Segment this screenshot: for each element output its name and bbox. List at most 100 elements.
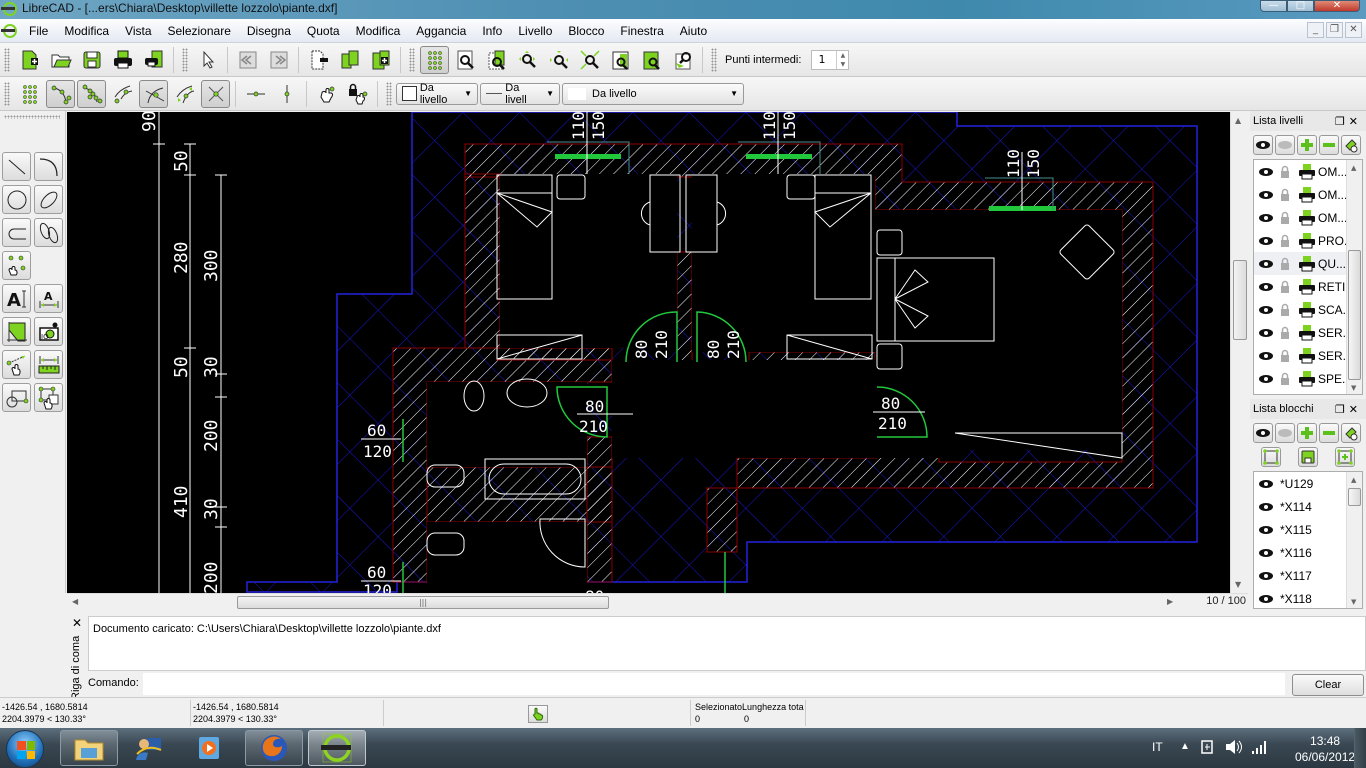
- scroll-left-arrow[interactable]: ◀: [72, 597, 78, 606]
- menu-snap[interactable]: Aggancia: [408, 24, 474, 38]
- line-tool-button[interactable]: [2, 152, 31, 181]
- doc-close-button[interactable]: ✕: [1345, 22, 1362, 38]
- zoom-pan-button[interactable]: [513, 46, 542, 74]
- lock-icon[interactable]: [1278, 211, 1292, 225]
- remove-block-button[interactable]: [1319, 423, 1339, 443]
- menu-view[interactable]: Vista: [117, 24, 159, 38]
- toolbar-grip[interactable]: [386, 81, 392, 106]
- dimension-ruler-tool-button[interactable]: [34, 350, 63, 379]
- lock-icon[interactable]: [1278, 234, 1292, 248]
- zoom-window-button[interactable]: [482, 46, 511, 74]
- zoom-auto-button[interactable]: [575, 46, 604, 74]
- zoom-select-button[interactable]: [668, 46, 697, 74]
- minimize-button[interactable]: —: [1260, 0, 1287, 12]
- restrict-horizontal-button[interactable]: [241, 80, 270, 108]
- text-tool-button[interactable]: A: [2, 284, 31, 313]
- system-clock[interactable]: 13:48 06/06/2012: [1295, 733, 1355, 765]
- taskbar-librecad[interactable]: [308, 730, 366, 766]
- remove-layer-button[interactable]: [1319, 135, 1339, 155]
- layer-list-scrollbar[interactable]: ▲ ▼: [1346, 160, 1362, 394]
- new-file-button[interactable]: [15, 46, 44, 74]
- menu-edit[interactable]: Modifica: [56, 24, 117, 38]
- drawing-canvas[interactable]: 90 50 280 300 50 30 200 410 30 200 110 1…: [67, 112, 1230, 593]
- edit-layer-button[interactable]: [1341, 135, 1361, 155]
- print-icon[interactable]: [1298, 186, 1316, 203]
- lock-icon[interactable]: [1278, 372, 1292, 386]
- scroll-up-arrow[interactable]: ▲: [1235, 116, 1241, 125]
- layer-list[interactable]: OM... OM... OM... PRO... QU... RETI... SCA... S…: [1253, 159, 1363, 395]
- toolbar-grip[interactable]: [409, 47, 415, 72]
- zoom-previous-button[interactable]: [606, 46, 635, 74]
- zoom-in-button[interactable]: [451, 46, 480, 74]
- dock-float-close-icons[interactable]: ❐✕: [1335, 403, 1362, 416]
- toolbar-grip[interactable]: [4, 81, 10, 106]
- toolbar-grip[interactable]: [182, 47, 188, 72]
- scroll-down-arrow[interactable]: ▼: [1235, 580, 1241, 589]
- menu-dimension[interactable]: Quota: [299, 24, 348, 38]
- add-block-button[interactable]: [1297, 423, 1317, 443]
- taskbar-explorer[interactable]: [60, 730, 118, 766]
- copy-button[interactable]: [335, 46, 364, 74]
- lock-icon[interactable]: [1278, 188, 1292, 202]
- save-block-button[interactable]: [1297, 447, 1318, 467]
- snap-distance-button[interactable]: [170, 80, 199, 108]
- taskbar-media-player[interactable]: [180, 730, 238, 766]
- show-all-layers-button[interactable]: [1253, 135, 1273, 155]
- lock-icon[interactable]: [1278, 349, 1292, 363]
- close-button[interactable]: ✕: [1314, 0, 1360, 12]
- linewidth-combo[interactable]: Da livello ▼: [562, 82, 744, 105]
- doc-minimize-button[interactable]: _: [1307, 22, 1324, 38]
- eye-icon[interactable]: [1258, 349, 1274, 363]
- eye-icon[interactable]: [1258, 326, 1274, 340]
- hide-all-layers-button[interactable]: [1275, 135, 1295, 155]
- clear-button[interactable]: Clear: [1292, 674, 1364, 696]
- show-hidden-icons[interactable]: ▲: [1180, 741, 1190, 752]
- scroll-thumb[interactable]: [1348, 488, 1361, 506]
- eye-icon[interactable]: [1258, 280, 1274, 294]
- menu-file[interactable]: File: [21, 24, 56, 38]
- taskbar-firefox[interactable]: [245, 730, 303, 766]
- scroll-thumb[interactable]: [1348, 250, 1361, 380]
- circle-tool-button[interactable]: [2, 185, 31, 214]
- eye-icon[interactable]: [1258, 477, 1274, 491]
- power-icon[interactable]: [1200, 738, 1216, 759]
- insert-block-button[interactable]: [1335, 447, 1356, 467]
- print-icon[interactable]: [1298, 163, 1316, 180]
- spin-arrows[interactable]: ▲ ▼: [836, 50, 848, 69]
- zoom-out-button[interactable]: [544, 46, 573, 74]
- eye-icon[interactable]: [1258, 500, 1274, 514]
- block-tool-button[interactable]: [2, 383, 31, 412]
- lock-icon[interactable]: [1278, 165, 1292, 179]
- measure-tool-button[interactable]: [2, 350, 31, 379]
- doc-restore-button[interactable]: ❐: [1326, 22, 1343, 38]
- grid-toggle-button[interactable]: [420, 45, 449, 74]
- snap-endpoint-button[interactable]: [46, 79, 75, 108]
- eye-icon[interactable]: [1258, 523, 1274, 537]
- command-input[interactable]: [143, 673, 1285, 695]
- language-indicator[interactable]: IT: [1152, 740, 1163, 754]
- color-combo[interactable]: Da livello ▼: [396, 82, 478, 106]
- lock-relative-zero-button[interactable]: [343, 80, 372, 108]
- open-file-button[interactable]: [46, 46, 75, 74]
- eye-icon[interactable]: [1258, 234, 1274, 248]
- network-signal-icon[interactable]: [1250, 738, 1270, 759]
- select-tool-button[interactable]: [34, 383, 63, 412]
- taskbar-remote-assistance[interactable]: [120, 730, 178, 766]
- edit-block-button[interactable]: [1260, 447, 1281, 467]
- menu-layer[interactable]: Livello: [510, 24, 560, 38]
- hide-all-blocks-button[interactable]: [1275, 423, 1295, 443]
- cut-button[interactable]: [304, 46, 333, 74]
- document-icon[interactable]: [1, 23, 17, 38]
- eye-icon[interactable]: [1258, 188, 1274, 202]
- paste-button[interactable]: [366, 46, 395, 74]
- snap-intersection-button[interactable]: [201, 79, 230, 108]
- toolbar-grip[interactable]: [711, 47, 717, 72]
- image-tool-button[interactable]: IO: [34, 317, 63, 346]
- zoom-redraw-button[interactable]: [637, 46, 666, 74]
- eye-icon[interactable]: [1258, 546, 1274, 560]
- save-button[interactable]: [77, 46, 106, 74]
- horizontal-scroll-thumb[interactable]: |||: [237, 596, 609, 609]
- select-pointer-button[interactable]: [193, 46, 222, 74]
- scroll-right-arrow[interactable]: ▶: [1167, 597, 1173, 606]
- show-desktop-button[interactable]: [1354, 728, 1366, 768]
